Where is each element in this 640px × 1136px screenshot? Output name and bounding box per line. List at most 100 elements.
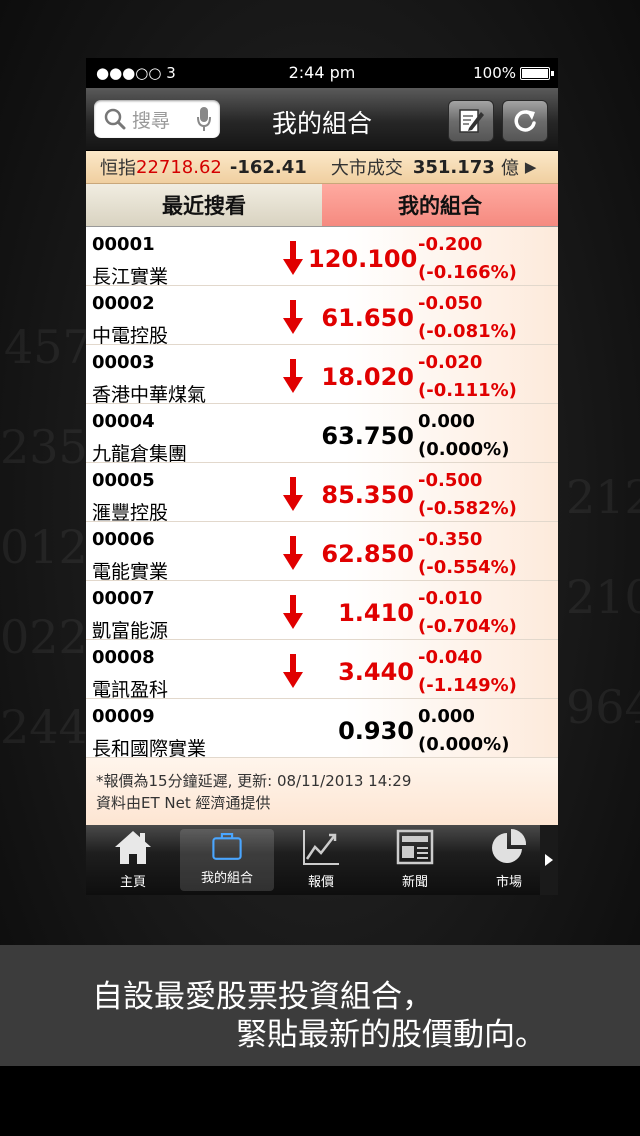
stock-row[interactable]: 00007 凱富能源 1.410 -0.010 (-0.704%) [86, 581, 558, 642]
down-arrow-icon [283, 595, 303, 629]
stock-list: 00001 長江實業 120.100 -0.200 (-0.166%) 00002 中電控股… [86, 227, 558, 760]
market-ticker[interactable]: 恒指 22718.62 -162.41 大市成交 351.173 億 ▶ [86, 151, 558, 184]
briefcase-icon [212, 833, 242, 860]
stock-price: 120.100 [308, 245, 418, 273]
battery-percent: 100% [473, 64, 516, 82]
down-arrow-icon [283, 654, 303, 688]
tab-bar: 主頁 我的組合 報價 新聞 市場 [86, 825, 558, 895]
pie-chart-icon [492, 828, 527, 863]
tabbar-item-quotes[interactable]: 報價 [274, 825, 368, 895]
stock-change: -0.020 [418, 352, 483, 373]
stock-change: -0.050 [418, 293, 483, 314]
stock-name: 香港中華煤氣 [92, 384, 207, 406]
stock-price: 3.440 [338, 658, 414, 686]
turnover-unit: 億 [500, 158, 519, 179]
stock-change-percent: (-0.166%) [418, 262, 517, 283]
turnover-label: 大市成交 [330, 158, 403, 179]
edit-button[interactable] [448, 100, 494, 142]
tab-portfolio[interactable]: 我的組合 [322, 184, 558, 226]
background-digits: 9645 [566, 680, 640, 734]
nav-bar: 搜尋 我的組合 [86, 88, 558, 151]
down-arrow-icon [283, 300, 303, 334]
stock-change-percent: (-0.582%) [418, 498, 517, 519]
index-value: 22718.62 [136, 156, 222, 178]
stock-price: 62.850 [321, 540, 414, 568]
stock-name: 長和國際實業 [92, 738, 207, 760]
stock-price: 0.930 [338, 717, 414, 745]
stock-code: 00003 [92, 352, 155, 373]
segment-tabs: 最近搜看 我的組合 [86, 184, 558, 227]
stock-code: 00008 [92, 647, 155, 668]
background-digits: 2100 [566, 570, 640, 624]
stock-name: 九龍倉集團 [92, 443, 188, 465]
stock-name: 凱富能源 [92, 620, 169, 642]
stock-code: 00004 [92, 411, 155, 432]
stock-row[interactable]: 00004 九龍倉集團 63.750 0.000 (0.000%) [86, 404, 558, 465]
stock-change-percent: (-0.111%) [418, 380, 517, 401]
stock-change: -0.500 [418, 470, 483, 491]
tabbar-label: 主頁 [119, 875, 146, 890]
stock-row[interactable]: 00009 長和國際實業 0.930 0.000 (0.000%) [86, 699, 558, 760]
stock-change-percent: (-0.081%) [418, 321, 517, 342]
stock-row[interactable]: 00003 香港中華煤氣 18.020 -0.020 (-0.111%) [86, 345, 558, 406]
status-bar: ●●●○○ 3 2:44 pm 100% [86, 58, 558, 88]
stock-change-percent: (0.000%) [418, 734, 510, 755]
stock-price: 61.650 [321, 304, 414, 332]
promo-caption: 自設最愛股票投資組合， 緊貼最新的股價動向。 [0, 945, 640, 1066]
stock-code: 00006 [92, 529, 155, 550]
battery-icon [520, 66, 554, 80]
tabbar-item-news[interactable]: 新聞 [368, 825, 462, 895]
stock-change: -0.350 [418, 529, 483, 550]
down-arrow-icon [283, 359, 303, 393]
chevron-right-icon [545, 854, 553, 866]
stock-price: 18.020 [321, 363, 414, 391]
tabbar-item-portfolio[interactable]: 我的組合 [180, 829, 274, 891]
tabbar-label: 新聞 [401, 875, 428, 890]
index-change: -162.41 [229, 156, 307, 178]
stock-change: -0.010 [418, 588, 483, 609]
tabbar-more-button[interactable] [540, 825, 558, 895]
tabbar-label: 市場 [495, 875, 522, 890]
stock-name: 電訊盈科 [92, 679, 169, 701]
footnote: *報價為15分鐘延遲, 更新: 08/11/2013 14:29 資料由ET N… [86, 758, 558, 826]
stock-change-percent: (-0.554%) [418, 557, 517, 578]
ticker-more-arrow: ▶ [524, 158, 537, 176]
stock-row[interactable]: 00005 滙豐控股 85.350 -0.500 (-0.582%) [86, 463, 558, 524]
caption-line-2: 緊貼最新的股價動向。 [236, 1017, 546, 1053]
stock-name: 中電控股 [92, 325, 169, 347]
stock-code: 00001 [92, 234, 155, 255]
stock-code: 00009 [92, 706, 155, 727]
stock-row[interactable]: 00002 中電控股 61.650 -0.050 (-0.081%) [86, 286, 558, 347]
stock-code: 00005 [92, 470, 155, 491]
background-digits: 2124 [566, 470, 640, 524]
stock-name: 滙豐控股 [92, 502, 169, 524]
stock-name: 長江實業 [92, 266, 169, 288]
home-icon [115, 831, 151, 864]
tabbar-label: 我的組合 [200, 871, 253, 886]
stock-price: 1.410 [338, 599, 414, 627]
delay-note: *報價為15分鐘延遲, 更新: 08/11/2013 14:29 [96, 772, 412, 790]
stock-row[interactable]: 00008 電訊盈科 3.440 -0.040 (-1.149%) [86, 640, 558, 701]
tab-recent[interactable]: 最近搜看 [86, 184, 322, 226]
stock-row[interactable]: 00001 長江實業 120.100 -0.200 (-0.166%) [86, 227, 558, 288]
turnover-value: 351.173 [412, 156, 495, 178]
stock-change-percent: (-1.149%) [418, 675, 517, 696]
stock-code: 00002 [92, 293, 155, 314]
stock-price: 63.750 [321, 422, 414, 450]
battery-indicator: 100% [473, 64, 554, 82]
tabbar-item-home[interactable]: 主頁 [86, 825, 180, 895]
down-arrow-icon [283, 241, 303, 275]
stock-change: -0.200 [418, 234, 483, 255]
stock-change-percent: (0.000%) [418, 439, 510, 460]
down-arrow-icon [283, 536, 303, 570]
refresh-button[interactable] [502, 100, 548, 142]
edit-icon [459, 109, 484, 133]
down-arrow-icon [283, 477, 303, 511]
index-label: 恒指 [100, 158, 136, 179]
stock-change: 0.000 [418, 706, 475, 727]
bottom-bar [0, 1066, 640, 1136]
stock-row[interactable]: 00006 電能實業 62.850 -0.350 (-0.554%) [86, 522, 558, 583]
source-note: 資料由ET Net 經濟通提供 [96, 794, 271, 812]
newspaper-icon [396, 829, 434, 865]
stock-code: 00007 [92, 588, 155, 609]
